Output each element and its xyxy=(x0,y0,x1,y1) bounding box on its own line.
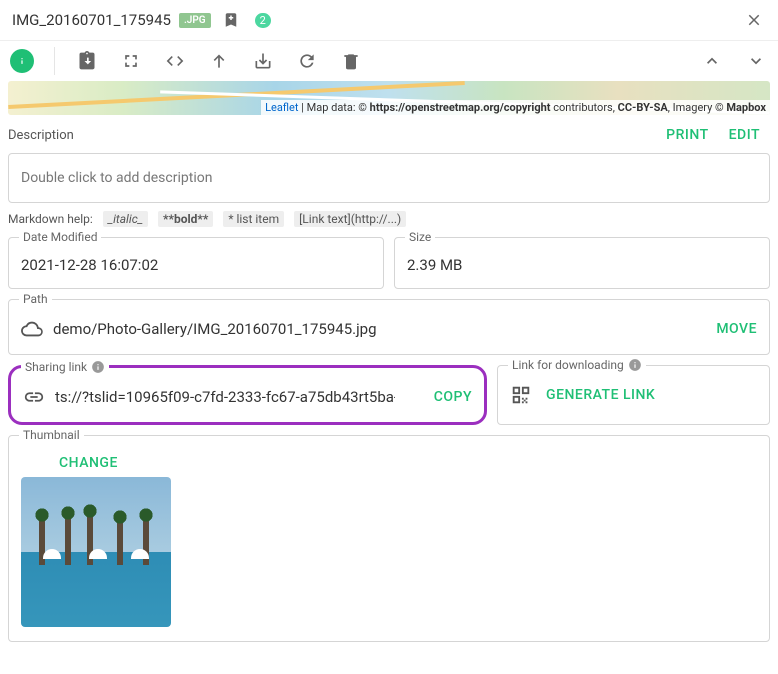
copy-button[interactable]: COPY xyxy=(434,389,472,405)
path-value: demo/Photo-Gallery/IMG_20160701_175945.j… xyxy=(53,320,377,338)
ext-badge: .JPG xyxy=(179,13,211,28)
map-preview[interactable]: Leaflet | Map data: © https://openstreet… xyxy=(8,81,770,115)
filename: IMG_20160701_175945 xyxy=(12,11,171,29)
map-attribution: Leaflet | Map data: © https://openstreet… xyxy=(261,100,770,115)
upload-icon[interactable] xyxy=(207,49,231,73)
move-button[interactable]: MOVE xyxy=(716,321,757,337)
size-field: Size 2.39 MB xyxy=(394,237,770,289)
refresh-icon[interactable] xyxy=(295,49,319,73)
generate-link-button[interactable]: GENERATE LINK xyxy=(546,387,655,403)
qr-icon xyxy=(510,384,532,406)
chevron-up-icon[interactable] xyxy=(700,49,724,73)
markdown-help: Markdown help: _italic_ **bold** * list … xyxy=(8,211,770,227)
date-modified-value: 2021-12-28 16:07:02 xyxy=(21,256,158,274)
edit-button[interactable]: EDIT xyxy=(719,123,770,147)
download-link-field: Link for downloading GENERATE LINK xyxy=(497,365,770,425)
code-icon[interactable] xyxy=(163,49,187,73)
thumbnail-image[interactable] xyxy=(21,477,171,627)
tag-count-badge[interactable]: 2 xyxy=(255,13,271,28)
toolbar xyxy=(0,40,778,81)
close-icon[interactable] xyxy=(742,8,766,32)
leaflet-link[interactable]: Leaflet xyxy=(265,101,298,114)
print-button[interactable]: PRINT xyxy=(656,123,718,147)
size-value: 2.39 MB xyxy=(407,256,462,274)
cloud-icon xyxy=(21,318,43,340)
fullscreen-icon[interactable] xyxy=(119,49,143,73)
change-thumbnail-button[interactable]: CHANGE xyxy=(21,451,128,475)
info-icon[interactable] xyxy=(91,360,105,374)
divider xyxy=(54,47,55,75)
sharing-link-field: Sharing link ts://?tslid=10965f09-c7fd-2… xyxy=(8,365,487,425)
save-icon[interactable] xyxy=(251,49,275,73)
thumbnail-section: Thumbnail CHANGE xyxy=(8,435,770,642)
delete-icon[interactable] xyxy=(339,49,363,73)
clipboard-download-icon[interactable] xyxy=(75,49,99,73)
chevron-down-icon[interactable] xyxy=(744,49,768,73)
description-input[interactable]: Double click to add description xyxy=(8,153,770,203)
info-status-icon[interactable] xyxy=(10,49,34,73)
bookmark-add-icon[interactable] xyxy=(219,8,243,32)
header-bar: IMG_20160701_175945 .JPG 2 xyxy=(0,0,778,40)
sharing-link-value[interactable]: ts://?tslid=10965f09-c7fd-2333-fc67-a75d… xyxy=(55,388,395,406)
description-label: Description xyxy=(8,128,74,143)
date-modified-field: Date Modified 2021-12-28 16:07:02 xyxy=(8,237,384,289)
info-icon[interactable] xyxy=(628,358,642,372)
link-icon xyxy=(23,386,45,408)
path-field: Path demo/Photo-Gallery/IMG_20160701_175… xyxy=(8,299,770,355)
